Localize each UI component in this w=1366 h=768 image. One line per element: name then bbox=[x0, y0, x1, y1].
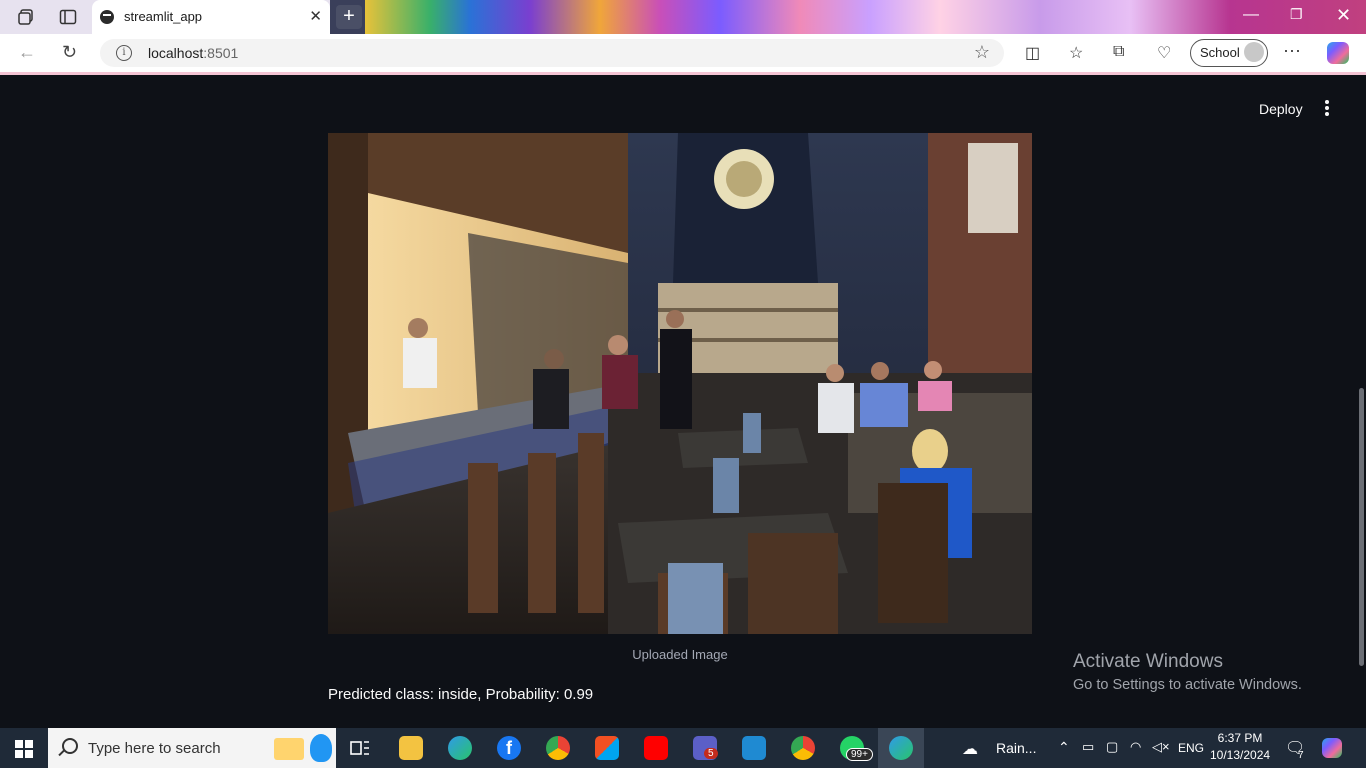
close-tab-icon[interactable]: ✕ bbox=[309, 7, 322, 25]
browser-tab-bar: streamlit_app ✕ + — ❐ ✕ bbox=[0, 0, 1366, 34]
whatsapp-badge: 99+ bbox=[846, 748, 873, 761]
edge-icon[interactable] bbox=[448, 736, 472, 760]
refresh-icon[interactable]: ↻ bbox=[62, 42, 77, 63]
teams-badge: 5 bbox=[704, 748, 718, 759]
weather-text[interactable]: Rain... bbox=[996, 740, 1036, 756]
restore-icon[interactable]: ❐ bbox=[1290, 6, 1303, 23]
vscode-icon[interactable] bbox=[742, 736, 766, 760]
deploy-button[interactable]: Deploy bbox=[1259, 101, 1303, 117]
windows-taskbar: Type here to search f 5 99+ ☁ Rain... ⌃ … bbox=[0, 728, 1366, 768]
browser-essentials-icon[interactable]: ♡ bbox=[1157, 43, 1171, 63]
more-icon[interactable]: ··· bbox=[1283, 40, 1301, 61]
address-field[interactable]: i localhost:8501 ☆ bbox=[100, 39, 1004, 67]
weather-icon[interactable]: ☁ bbox=[962, 739, 978, 759]
copilot-taskbar-icon[interactable] bbox=[1322, 738, 1342, 758]
copilot-icon[interactable] bbox=[1327, 42, 1349, 64]
task-view-icon[interactable] bbox=[348, 736, 372, 760]
file-explorer-icon[interactable] bbox=[399, 736, 423, 760]
battery-icon[interactable]: ▭ bbox=[1082, 739, 1094, 755]
restaurant-photo bbox=[328, 133, 1032, 634]
page-scrollbar[interactable] bbox=[1359, 388, 1364, 666]
tab-streamlit-app[interactable]: streamlit_app ✕ bbox=[92, 0, 330, 34]
profile-button[interactable]: School bbox=[1190, 39, 1268, 67]
watermark-title: Activate Windows bbox=[1073, 651, 1223, 672]
activate-windows-watermark: Activate Windows Go to Settings to activ… bbox=[1073, 651, 1302, 693]
image-caption: Uploaded Image bbox=[632, 647, 728, 662]
url-port: :8501 bbox=[203, 45, 239, 61]
wifi-icon[interactable]: ◠ bbox=[1130, 739, 1141, 755]
favorites-icon[interactable]: ☆ bbox=[1069, 43, 1083, 63]
url-text: localhost:8501 bbox=[148, 45, 238, 61]
tab-actions bbox=[0, 0, 92, 34]
chrome-profile-icon[interactable] bbox=[791, 736, 815, 760]
watermark-subtitle: Go to Settings to activate Windows. bbox=[1073, 677, 1302, 693]
language-indicator[interactable]: ENG bbox=[1178, 741, 1204, 755]
favorite-star-icon[interactable]: ☆ bbox=[974, 42, 990, 63]
clock-date: 10/13/2024 bbox=[1210, 748, 1271, 762]
prediction-result: Predicted class: inside, Probability: 0.… bbox=[328, 686, 594, 703]
collections-icon[interactable]: ⧉ bbox=[1113, 43, 1124, 61]
windows-start-icon[interactable] bbox=[15, 740, 33, 758]
profile-label: School bbox=[1200, 45, 1240, 60]
search-highlight-icon bbox=[274, 738, 304, 760]
main-menu-icon[interactable] bbox=[1322, 100, 1332, 118]
microsoft-store-icon[interactable] bbox=[595, 736, 619, 760]
back-icon[interactable]: ← bbox=[18, 42, 36, 63]
edge-active-icon[interactable] bbox=[889, 736, 913, 760]
url-host: localhost bbox=[148, 45, 204, 61]
close-window-icon[interactable]: ✕ bbox=[1336, 5, 1351, 26]
facebook-icon[interactable]: f bbox=[497, 736, 521, 760]
notification-count: 7 bbox=[1298, 750, 1304, 761]
streamlit-app-page: Deploy Uploaded Image Predicted class: i… bbox=[0, 75, 1366, 728]
minimize-icon[interactable]: — bbox=[1243, 6, 1259, 24]
address-toolbar: ← ↻ i localhost:8501 ☆ ◫ ☆ ⧉ ♡ School ··… bbox=[0, 34, 1366, 75]
search-highlight-figure-icon bbox=[310, 734, 332, 762]
show-hidden-icons-icon[interactable]: ⌃ bbox=[1058, 739, 1070, 756]
clock-time: 6:37 PM bbox=[1217, 731, 1263, 745]
split-screen-icon[interactable]: ◫ bbox=[1025, 43, 1040, 63]
volume-muted-icon[interactable]: ◁× bbox=[1152, 739, 1170, 755]
clock[interactable]: 6:37 PM 10/13/2024 bbox=[1210, 731, 1270, 762]
workspaces-icon[interactable] bbox=[17, 8, 35, 26]
search-placeholder: Type here to search bbox=[88, 740, 221, 757]
chrome-icon[interactable] bbox=[546, 736, 570, 760]
new-tab-button[interactable]: + bbox=[336, 5, 362, 29]
uploaded-image bbox=[328, 133, 1032, 634]
vertical-tabs-icon[interactable] bbox=[59, 8, 77, 26]
meet-now-icon[interactable]: ▢ bbox=[1106, 739, 1118, 755]
search-icon bbox=[62, 738, 78, 754]
streamlit-favicon-icon bbox=[100, 10, 114, 24]
youtube-icon[interactable] bbox=[644, 736, 668, 760]
tab-title: streamlit_app bbox=[124, 9, 203, 24]
site-info-icon[interactable]: i bbox=[116, 45, 132, 61]
avatar bbox=[1244, 42, 1264, 62]
taskbar-search[interactable]: Type here to search bbox=[48, 728, 336, 768]
